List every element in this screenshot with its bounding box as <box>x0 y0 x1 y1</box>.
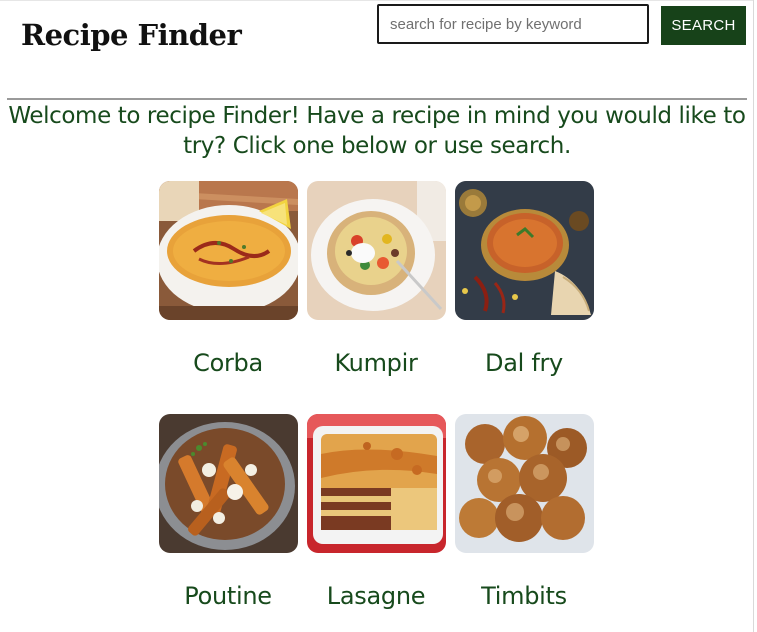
search-button[interactable]: SEARCH <box>661 6 746 45</box>
recipe-card-lasagne[interactable]: Lasagne <box>302 414 450 624</box>
recipe-image-poutine[interactable] <box>159 414 298 553</box>
recipe-card-corba[interactable]: Corba <box>154 181 302 391</box>
recipe-name[interactable]: Timbits <box>450 582 598 610</box>
recipe-card-dal-fry[interactable]: Dal fry <box>450 181 598 391</box>
recipe-card-kumpir[interactable]: Kumpir <box>302 181 450 391</box>
recipe-name[interactable]: Lasagne <box>302 582 450 610</box>
window-right-border <box>753 0 754 632</box>
recipe-image-dal-fry[interactable] <box>455 181 594 320</box>
recipe-card-poutine[interactable]: Poutine <box>154 414 302 624</box>
recipe-image-corba[interactable] <box>159 181 298 320</box>
recipe-image-kumpir[interactable] <box>307 181 446 320</box>
search-input[interactable] <box>377 4 649 44</box>
recipe-name[interactable]: Dal fry <box>450 349 598 377</box>
welcome-message: Welcome to recipe Finder! Have a recipe … <box>8 103 746 159</box>
window-top-border <box>0 0 754 1</box>
recipe-image-lasagne[interactable] <box>307 414 446 553</box>
header-divider <box>7 98 747 100</box>
recipe-image-timbits[interactable] <box>455 414 594 553</box>
recipe-card-timbits[interactable]: Timbits <box>450 414 598 624</box>
recipe-name[interactable]: Corba <box>154 349 302 377</box>
recipe-name[interactable]: Kumpir <box>302 349 450 377</box>
recipe-name[interactable]: Poutine <box>154 582 302 610</box>
app-title: Recipe Finder <box>21 18 242 52</box>
